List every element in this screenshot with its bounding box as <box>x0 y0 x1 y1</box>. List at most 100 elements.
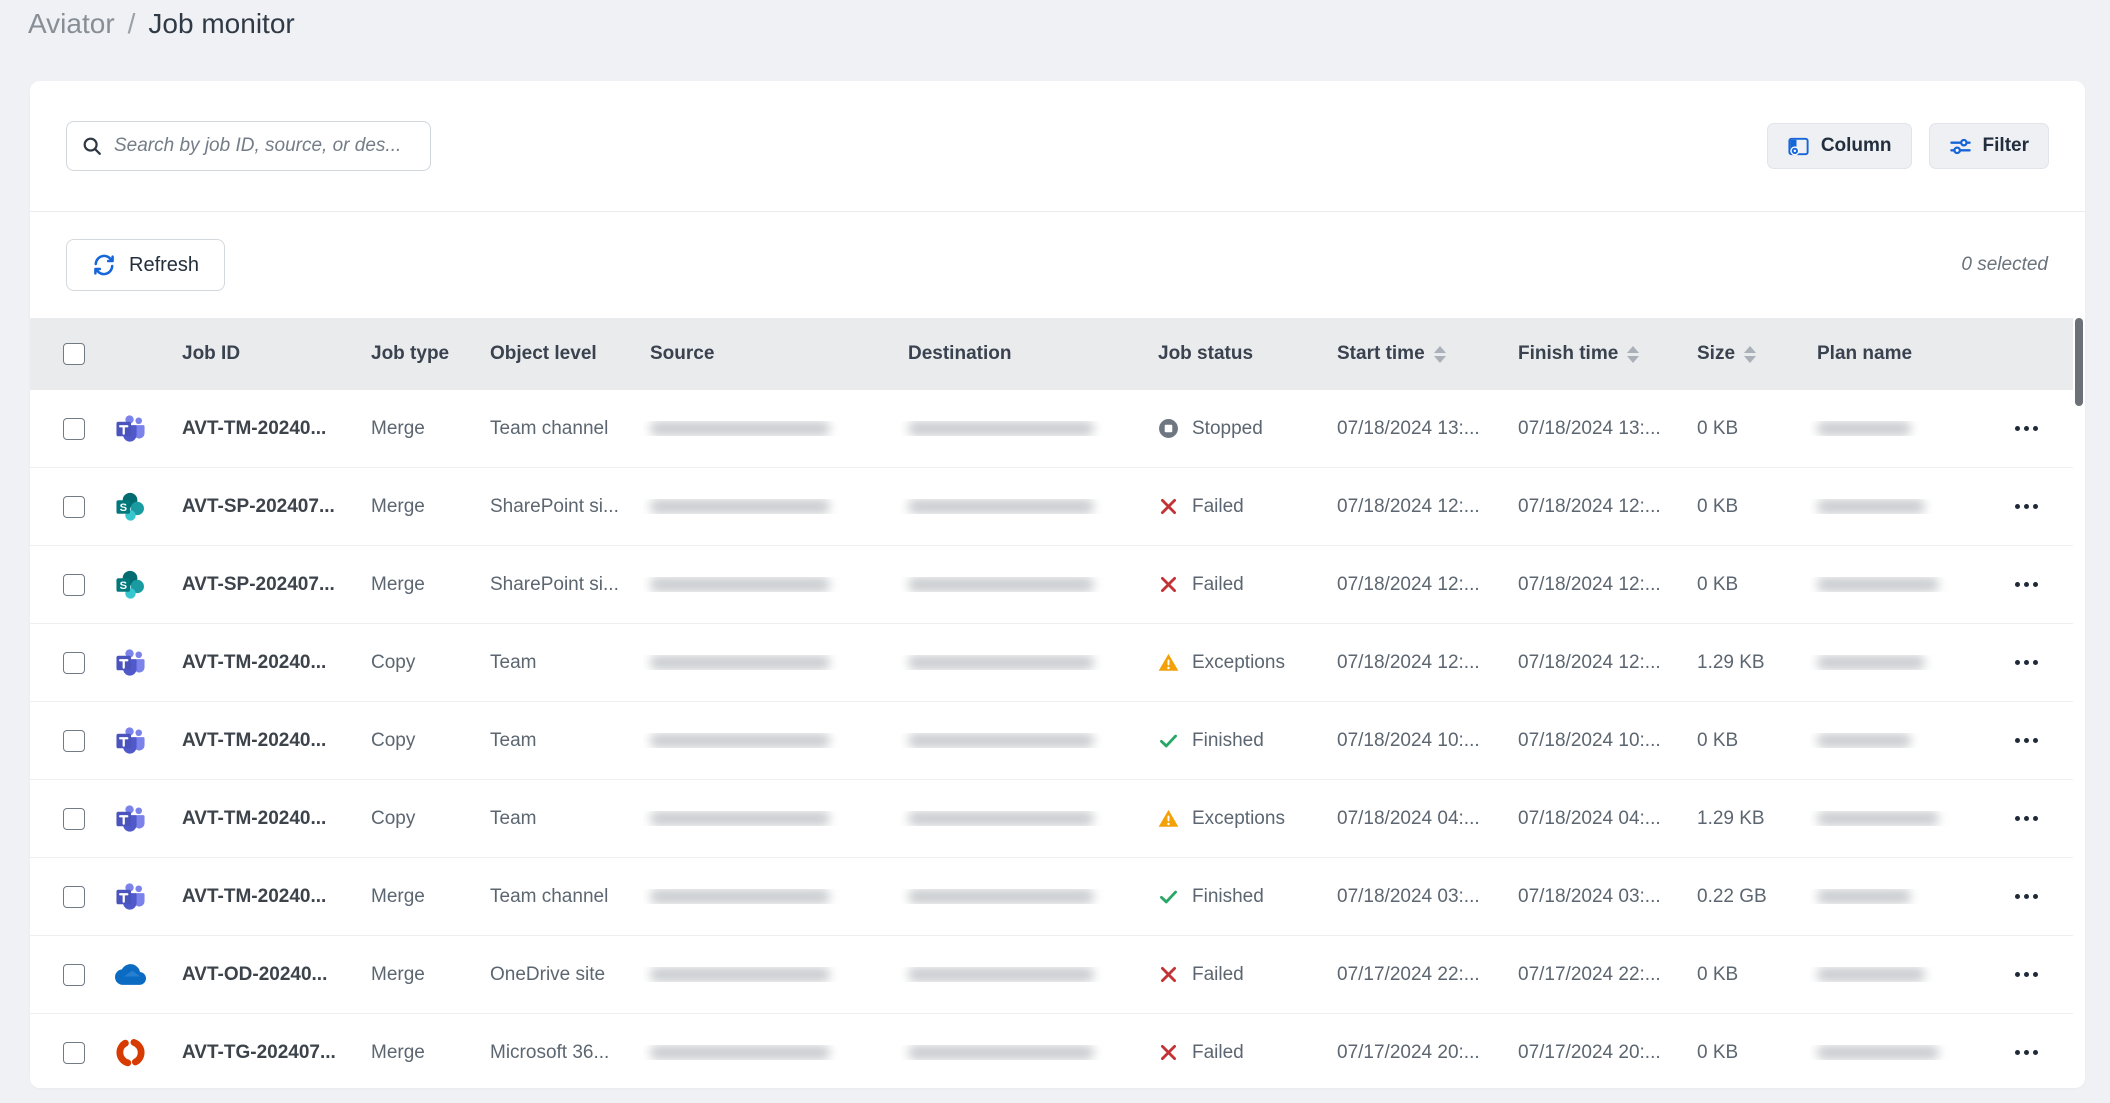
row-actions-button[interactable] <box>2011 1044 2042 1061</box>
header-plan-name: Plan name <box>1810 343 1980 365</box>
header-finish-time[interactable]: Finish time <box>1512 343 1690 365</box>
job-type: Copy <box>363 730 485 752</box>
job-type: Merge <box>363 964 485 986</box>
destination-redacted <box>900 889 1152 904</box>
finish-time: 07/18/2024 12:... <box>1512 496 1690 518</box>
table-row: S AVT-TM-20240... Copy Team <box>30 702 2073 780</box>
job-type: Copy <box>363 652 485 674</box>
source-redacted <box>643 421 900 436</box>
finish-time: 07/18/2024 12:... <box>1512 652 1690 674</box>
row-checkbox[interactable] <box>63 808 85 830</box>
vertical-scrollbar-thumb[interactable] <box>2075 318 2083 406</box>
object-level: OneDrive site <box>485 964 643 986</box>
header-size[interactable]: Size <box>1690 343 1810 365</box>
destination-redacted <box>900 577 1152 592</box>
source-redacted <box>643 655 900 670</box>
start-time: 07/18/2024 03:... <box>1330 886 1512 908</box>
teams-icon <box>115 803 146 834</box>
status-icon <box>1158 652 1179 673</box>
finish-time: 07/17/2024 22:... <box>1512 964 1690 986</box>
row-checkbox[interactable] <box>63 418 85 440</box>
search-box[interactable] <box>66 121 431 171</box>
row-actions-button[interactable] <box>2011 420 2042 437</box>
finished-icon <box>1158 730 1179 751</box>
job-size: 0 KB <box>1690 1042 1810 1064</box>
job-status: Failed <box>1152 964 1330 986</box>
row-checkbox[interactable] <box>63 886 85 908</box>
job-type: Merge <box>363 574 485 596</box>
job-type: Merge <box>363 418 485 440</box>
sharepoint-icon: S <box>115 491 146 522</box>
breadcrumb-aviator-link[interactable]: Aviator <box>28 8 115 40</box>
row-checkbox[interactable] <box>63 964 85 986</box>
object-level: Team <box>485 730 643 752</box>
job-type: Merge <box>363 1042 485 1064</box>
finish-time: 07/18/2024 12:... <box>1512 574 1690 596</box>
row-checkbox[interactable] <box>63 652 85 674</box>
teams-icon <box>115 881 146 912</box>
object-level: SharePoint si... <box>485 496 643 518</box>
row-actions-button[interactable] <box>2011 966 2042 983</box>
job-status: Failed <box>1152 496 1330 518</box>
column-icon <box>1787 135 1810 158</box>
status-icon <box>1158 886 1179 907</box>
status-label: Exceptions <box>1192 652 1285 674</box>
header-start-time[interactable]: Start time <box>1330 343 1512 365</box>
row-actions-button[interactable] <box>2011 888 2042 905</box>
header-object-level: Object level <box>485 343 643 365</box>
status-label: Failed <box>1192 574 1244 596</box>
row-actions-button[interactable] <box>2011 498 2042 515</box>
row-checkbox[interactable] <box>63 1042 85 1064</box>
start-time: 07/18/2024 12:... <box>1330 496 1512 518</box>
svg-text:S: S <box>120 580 127 592</box>
row-actions-button[interactable] <box>2011 654 2042 671</box>
destination-redacted <box>900 655 1152 670</box>
service-icon: S <box>115 491 146 522</box>
refresh-button-label: Refresh <box>129 254 199 277</box>
job-id: AVT-TG-202407... <box>175 1042 363 1064</box>
object-level: Team channel <box>485 418 643 440</box>
job-size: 0 KB <box>1690 574 1810 596</box>
search-input[interactable] <box>114 135 416 157</box>
header-size-label: Size <box>1697 343 1735 365</box>
job-status: Finished <box>1152 886 1330 908</box>
failed-icon <box>1158 574 1179 595</box>
finish-time: 07/18/2024 04:... <box>1512 808 1690 830</box>
row-actions-button[interactable] <box>2011 810 2042 827</box>
select-all-checkbox[interactable] <box>63 343 85 365</box>
search-icon <box>81 135 103 157</box>
svg-text:S: S <box>120 502 127 514</box>
plan-name-redacted <box>1810 499 1980 514</box>
status-icon <box>1158 496 1179 517</box>
filter-button-label: Filter <box>1983 135 2029 157</box>
job-size: 0.22 GB <box>1690 886 1810 908</box>
sort-icon[interactable] <box>1744 346 1756 363</box>
header-finish-time-label: Finish time <box>1518 343 1618 365</box>
status-icon <box>1158 574 1179 595</box>
job-size: 0 KB <box>1690 964 1810 986</box>
table-row: S AVT-SP-202407... Merge SharePoint si..… <box>30 468 2073 546</box>
plan-name-redacted <box>1810 733 1980 748</box>
job-id: AVT-TM-20240... <box>175 730 363 752</box>
job-size: 1.29 KB <box>1690 808 1810 830</box>
row-actions-button[interactable] <box>2011 576 2042 593</box>
column-button[interactable]: Column <box>1767 123 1912 169</box>
finish-time: 07/17/2024 20:... <box>1512 1042 1690 1064</box>
row-actions-button[interactable] <box>2011 732 2042 749</box>
sort-icon[interactable] <box>1434 346 1446 363</box>
table-row: S AVT-TM-20240... Merge Team channel <box>30 858 2073 936</box>
row-checkbox[interactable] <box>63 574 85 596</box>
plan-name-redacted <box>1810 811 1980 826</box>
sort-icon[interactable] <box>1627 346 1639 363</box>
row-checkbox[interactable] <box>63 496 85 518</box>
header-job-status: Job status <box>1152 343 1330 365</box>
refresh-button[interactable]: Refresh <box>66 239 225 291</box>
failed-icon <box>1158 964 1179 985</box>
filter-button[interactable]: Filter <box>1929 123 2049 169</box>
service-icon: S <box>115 1037 146 1068</box>
job-status: Exceptions <box>1152 652 1330 674</box>
row-checkbox[interactable] <box>63 730 85 752</box>
header-job-type: Job type <box>363 343 485 365</box>
finish-time: 07/18/2024 03:... <box>1512 886 1690 908</box>
finished-icon <box>1158 886 1179 907</box>
